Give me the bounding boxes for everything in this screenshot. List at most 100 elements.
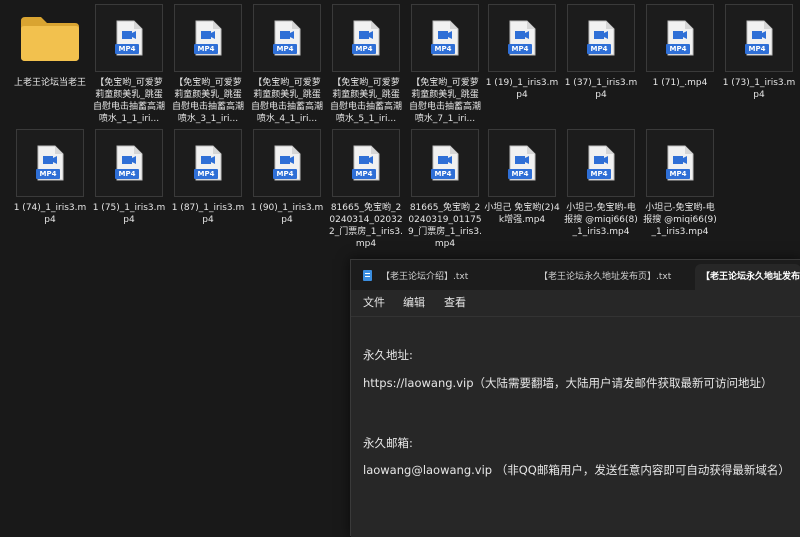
mp4-badge: MP4 <box>194 44 218 54</box>
file-item[interactable]: MP4 1 (71)_.mp4 <box>642 4 718 89</box>
menu-edit[interactable]: 编辑 <box>403 290 425 316</box>
file-item[interactable]: MP4 1 (74)_1_iris3.mp4 <box>12 129 88 226</box>
file-thumbnail: MP4 <box>567 4 635 72</box>
file-item[interactable]: MP4 1 (73)_1_iris3.mp4 <box>721 4 797 101</box>
file-name: 小坦己-免宝哟-电报搜 @miqi66(9)_1_iris3.mp4 <box>643 203 717 237</box>
file-name: 1 (75)_1_iris3.mp4 <box>92 203 166 225</box>
folder-icon <box>21 17 79 61</box>
file-item[interactable]: MP4 1 (19)_1_iris3.mp4 <box>484 4 560 101</box>
mp4-badge: MP4 <box>508 44 532 54</box>
file-name: 1 (74)_1_iris3.mp4 <box>13 203 87 225</box>
mp4-badge: MP4 <box>431 169 455 179</box>
file-thumbnail: MP4 <box>411 129 479 197</box>
file-name: 1 (87)_1_iris3.mp4 <box>171 203 245 225</box>
mp4-file-icon: MP4 <box>114 20 144 56</box>
file-thumbnail: MP4 <box>411 4 479 72</box>
menu-file[interactable]: 文件 <box>363 290 385 316</box>
file-name: 1 (73)_1_iris3.mp4 <box>722 78 796 100</box>
mp4-file-icon: MP4 <box>430 20 460 56</box>
mp4-file-icon: MP4 <box>272 145 302 181</box>
file-thumbnail: MP4 <box>253 4 321 72</box>
text-line: 永久地址: <box>363 348 413 362</box>
mp4-badge: MP4 <box>273 169 297 179</box>
tab-permanent-address[interactable]: 【老王论坛永久地址发布页】.txt <box>539 264 689 290</box>
mp4-file-icon: MP4 <box>351 20 381 56</box>
mp4-badge: MP4 <box>666 44 690 54</box>
file-item[interactable]: MP4 1 (37)_1_iris3.mp4 <box>563 4 639 101</box>
file-item[interactable]: MP4 【免宝哟_可爱萝莉童颜美乳_跳蛋自慰电击抽蓄高潮喷水_4_1_iri..… <box>249 4 325 125</box>
mp4-badge: MP4 <box>352 169 376 179</box>
folder-thumbnail <box>16 4 84 72</box>
text-line: laowang@laowang.vip （非QQ邮箱用户，发送任意内容即可自动获… <box>363 463 790 477</box>
file-item[interactable]: MP4 小坦己 免宝哟(2)4k增强.mp4 <box>484 129 560 226</box>
file-thumbnail: MP4 <box>332 4 400 72</box>
file-thumbnail: MP4 <box>646 4 714 72</box>
notepad-app-icon <box>363 270 372 281</box>
file-thumbnail: MP4 <box>95 129 163 197</box>
file-item[interactable]: MP4 81665_免宝哟_20240314_020322_门票房_1_iris… <box>328 129 404 250</box>
file-name: 【免宝哟_可爱萝莉童颜美乳_跳蛋自慰电击抽蓄高潮喷水_7_1_iri... <box>408 78 481 124</box>
file-item[interactable]: MP4 81665_免宝哟_20240319_011759_门票房_1_iris… <box>407 129 483 250</box>
menu-bar: 文件 编辑 查看 <box>351 290 800 316</box>
mp4-badge: MP4 <box>431 44 455 54</box>
mp4-file-icon: MP4 <box>507 20 537 56</box>
file-item[interactable]: MP4 【免宝哟_可爱萝莉童颜美乳_跳蛋自慰电击抽蓄高潮喷水_1_1_iri..… <box>91 4 167 125</box>
text-editor[interactable]: 永久地址: https://laowang.vip（大陆需要翻墙，大陆用户请发邮… <box>351 316 800 537</box>
text-line: 永久邮箱: <box>363 436 413 450</box>
tab-laowang-intro[interactable]: 【老王论坛介绍】.txt <box>381 264 531 290</box>
notepad-window: 【老王论坛介绍】.txt 【老王论坛永久地址发布页】.txt 【老王论坛永久地址… <box>350 259 800 537</box>
file-thumbnail: MP4 <box>567 129 635 197</box>
file-thumbnail: MP4 <box>174 4 242 72</box>
file-name: 【免宝哟_可爱萝莉童颜美乳_跳蛋自慰电击抽蓄高潮喷水_4_1_iri... <box>250 78 323 124</box>
mp4-badge: MP4 <box>666 169 690 179</box>
file-name: 【免宝哟_可爱萝莉童颜美乳_跳蛋自慰电击抽蓄高潮喷水_1_1_iri... <box>92 78 165 124</box>
mp4-file-icon: MP4 <box>507 145 537 181</box>
folder-item[interactable]: 上老王论坛当老王 <box>12 4 88 89</box>
file-item[interactable]: MP4 1 (75)_1_iris3.mp4 <box>91 129 167 226</box>
file-thumbnail: MP4 <box>488 129 556 197</box>
file-name: 1 (37)_1_iris3.mp4 <box>564 78 638 100</box>
file-item[interactable]: MP4 小坦己-免宝哟-电报搜 @miqi66(8)_1_iris3.mp4 <box>563 129 639 238</box>
mp4-badge: MP4 <box>587 169 611 179</box>
file-item[interactable]: MP4 1 (90)_1_iris3.mp4 <box>249 129 325 226</box>
mp4-file-icon: MP4 <box>193 145 223 181</box>
file-thumbnail: MP4 <box>253 129 321 197</box>
mp4-file-icon: MP4 <box>35 145 65 181</box>
mp4-file-icon: MP4 <box>665 20 695 56</box>
mp4-badge: MP4 <box>352 44 376 54</box>
mp4-badge: MP4 <box>115 169 139 179</box>
mp4-badge: MP4 <box>36 169 60 179</box>
mp4-file-icon: MP4 <box>193 20 223 56</box>
file-thumbnail: MP4 <box>725 4 793 72</box>
text-line: https://laowang.vip（大陆需要翻墙，大陆用户请发邮件获取最新可… <box>363 376 773 390</box>
file-item[interactable]: MP4 【免宝哟_可爱萝莉童颜美乳_跳蛋自慰电击抽蓄高潮喷水_7_1_iri..… <box>407 4 483 125</box>
mp4-file-icon: MP4 <box>665 145 695 181</box>
file-item[interactable]: MP4 1 (87)_1_iris3.mp4 <box>170 129 246 226</box>
tab-permanent-address-active[interactable]: 【老王论坛永久地址发布页 <box>695 264 800 290</box>
file-thumbnail: MP4 <box>174 129 242 197</box>
menu-view[interactable]: 查看 <box>444 290 466 316</box>
mp4-file-icon: MP4 <box>430 145 460 181</box>
file-name: 1 (71)_.mp4 <box>652 78 708 88</box>
mp4-badge: MP4 <box>115 44 139 54</box>
mp4-file-icon: MP4 <box>586 145 616 181</box>
file-item[interactable]: MP4 【免宝哟_可爱萝莉童颜美乳_跳蛋自慰电击抽蓄高潮喷水_3_1_iri..… <box>170 4 246 125</box>
tab-bar: 【老王论坛介绍】.txt 【老王论坛永久地址发布页】.txt 【老王论坛永久地址… <box>351 260 800 290</box>
file-name: 1 (19)_1_iris3.mp4 <box>485 78 559 100</box>
mp4-file-icon: MP4 <box>586 20 616 56</box>
file-item[interactable]: MP4 小坦己-免宝哟-电报搜 @miqi66(9)_1_iris3.mp4 <box>642 129 718 238</box>
file-thumbnail: MP4 <box>646 129 714 197</box>
mp4-badge: MP4 <box>273 44 297 54</box>
mp4-badge: MP4 <box>745 44 769 54</box>
mp4-file-icon: MP4 <box>744 20 774 56</box>
file-name: 小坦己-免宝哟-电报搜 @miqi66(8)_1_iris3.mp4 <box>564 203 638 237</box>
file-item[interactable]: MP4 【免宝哟_可爱萝莉童颜美乳_跳蛋自慰电击抽蓄高潮喷水_5_1_iri..… <box>328 4 404 125</box>
file-thumbnail: MP4 <box>332 129 400 197</box>
file-name: 81665_免宝哟_20240319_011759_门票房_1_iris3.mp… <box>408 203 482 249</box>
file-name: 【免宝哟_可爱萝莉童颜美乳_跳蛋自慰电击抽蓄高潮喷水_5_1_iri... <box>329 78 402 124</box>
mp4-badge: MP4 <box>508 169 532 179</box>
mp4-file-icon: MP4 <box>351 145 381 181</box>
file-thumbnail: MP4 <box>16 129 84 197</box>
file-name: 上老王论坛当老王 <box>13 78 86 88</box>
file-name: 1 (90)_1_iris3.mp4 <box>250 203 324 225</box>
